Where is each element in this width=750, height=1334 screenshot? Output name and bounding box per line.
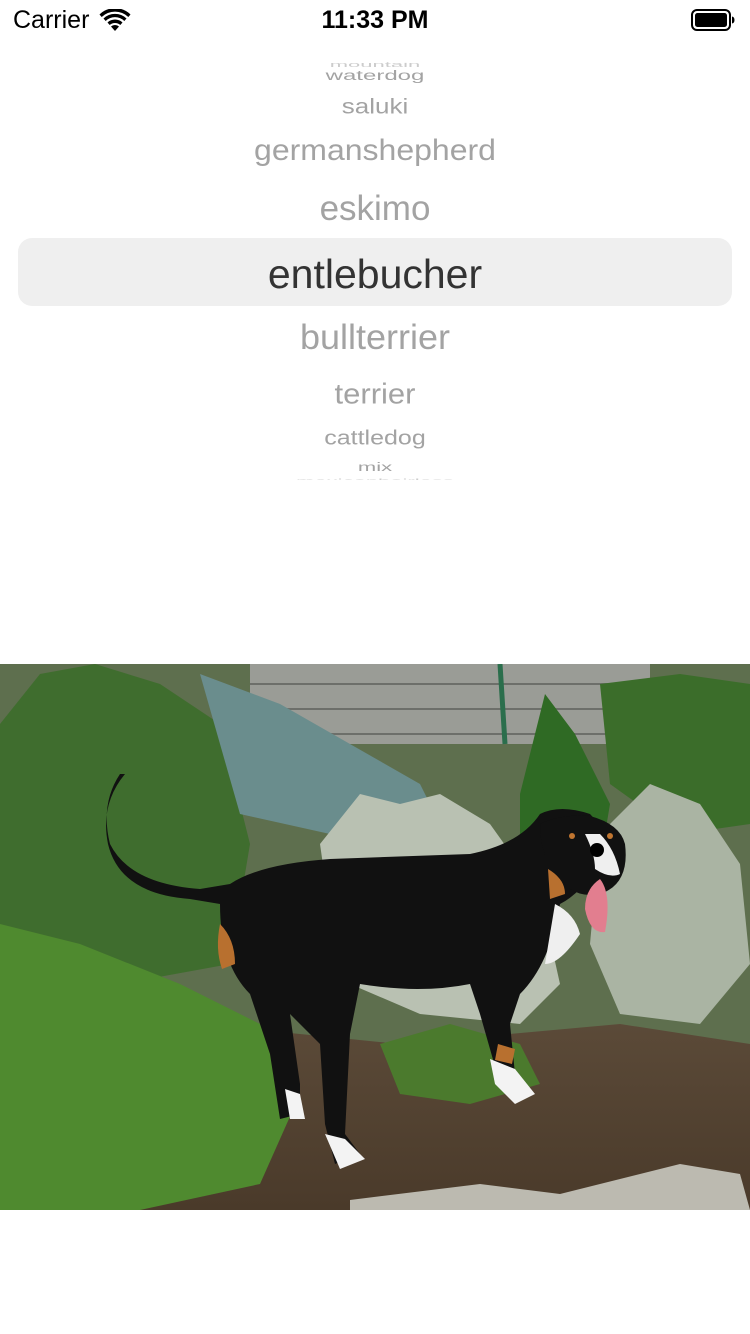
breed-picker[interactable]: mountain waterdog saluki germanshepherd …	[0, 62, 750, 480]
picker-row-cattledog[interactable]: cattledog	[0, 428, 750, 449]
battery-icon	[691, 9, 735, 31]
picker-row-eskimo[interactable]: eskimo	[0, 191, 750, 226]
picker-row-waterdog[interactable]: waterdog	[0, 69, 750, 83]
picker-row-mexicanhairless[interactable]: mexicanhairless	[0, 478, 750, 480]
dog-photo	[0, 664, 750, 1210]
picker-row-bullterrier[interactable]: bullterrier	[0, 319, 750, 354]
picker-row-mix[interactable]: mix	[0, 461, 750, 473]
status-bar: Carrier 11:33 PM	[0, 0, 750, 40]
clock: 11:33 PM	[321, 6, 429, 34]
picker-row-terrier[interactable]: terrier	[0, 379, 750, 408]
picker-row-entlebucher-selected[interactable]: entlebucher	[0, 254, 750, 295]
picker-row-saluki[interactable]: saluki	[0, 95, 750, 116]
picker-row-germanshepherd[interactable]: germanshepherd	[0, 135, 750, 165]
